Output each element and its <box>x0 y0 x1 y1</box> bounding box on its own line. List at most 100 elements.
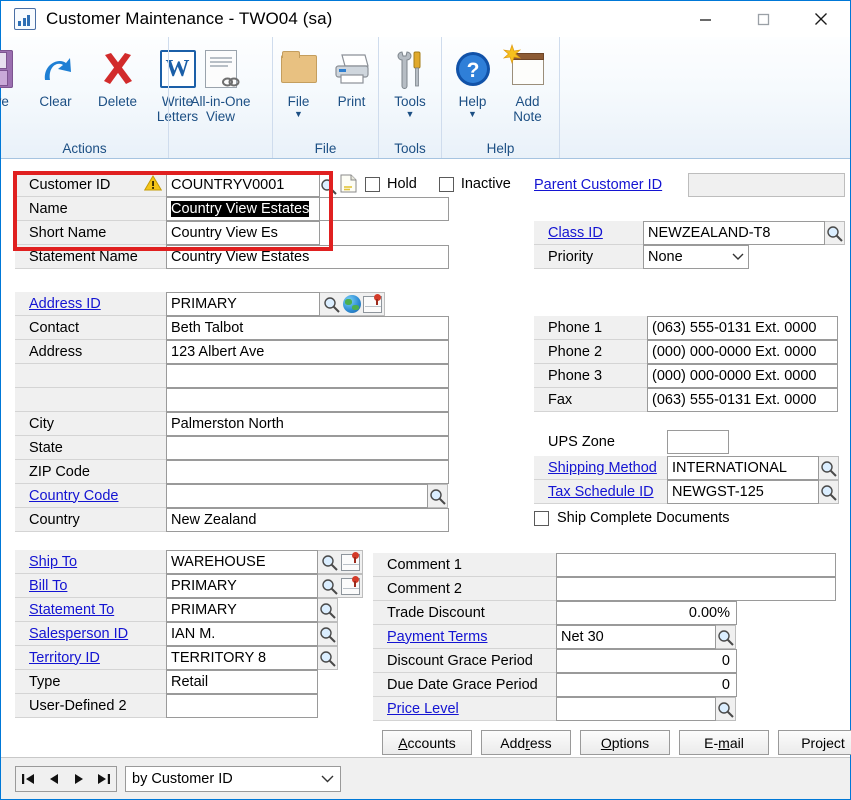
printer-icon <box>332 46 372 92</box>
priority-select[interactable]: None <box>643 245 749 269</box>
short-name-input[interactable]: Country View Es <box>166 221 320 245</box>
class-id-lookup-magnifier-icon[interactable] <box>825 221 845 245</box>
country-code-input[interactable] <box>166 484 428 508</box>
delete-button[interactable]: Delete <box>87 44 149 109</box>
phone1-input[interactable]: (063) 555-0131 Ext. 0000 <box>647 316 838 340</box>
options-button[interactable]: Options <box>580 730 670 755</box>
parent-customer-id-input[interactable] <box>688 173 845 197</box>
class-id-link[interactable]: Class ID <box>548 225 603 241</box>
project-button[interactable]: Project <box>778 730 851 755</box>
country-code-lookup-magnifier-icon[interactable] <box>428 484 448 508</box>
tax-schedule-id-input[interactable]: NEWGST-125 <box>667 480 819 504</box>
bill-to-input[interactable]: PRIMARY <box>166 574 318 598</box>
statement-to-input[interactable]: PRIMARY <box>166 598 318 622</box>
address-globe-icon[interactable] <box>343 295 361 313</box>
comment1-input[interactable] <box>556 553 836 577</box>
accounts-button[interactable]: Accounts <box>382 730 472 755</box>
territory-lookup-magnifier-icon[interactable] <box>318 646 338 670</box>
phone2-value: (000) 000-0000 Ext. 0000 <box>652 344 816 360</box>
bill-to-lookup-magnifier-icon[interactable] <box>320 576 339 596</box>
name-extension-input[interactable] <box>320 197 449 221</box>
ship-complete-documents-checkbox[interactable] <box>534 511 549 526</box>
name-input[interactable]: Country View Estates <box>166 197 320 221</box>
tax-schedule-id-link[interactable]: Tax Schedule ID <box>548 484 654 500</box>
salesperson-id-input[interactable]: IAN M. <box>166 622 318 646</box>
address-button[interactable]: Address <box>481 730 571 755</box>
address-line2-input[interactable] <box>166 364 449 388</box>
discount-grace-input[interactable]: 0 <box>556 649 737 673</box>
first-record-icon[interactable] <box>16 767 41 791</box>
address-id-lookup-magnifier-icon[interactable] <box>322 294 341 314</box>
fax-input[interactable]: (063) 555-0131 Ext. 0000 <box>647 388 838 412</box>
territory-id-input[interactable]: TERRITORY 8 <box>166 646 318 670</box>
shipping-method-lookup-magnifier-icon[interactable] <box>819 456 839 480</box>
ups-zone-input[interactable] <box>667 430 729 454</box>
print-button[interactable]: Print <box>325 44 379 109</box>
address-line1-input[interactable]: 123 Albert Ave <box>166 340 449 364</box>
help-menu-button[interactable]: ? Help ▼ <box>446 44 500 119</box>
country-input[interactable]: New Zealand <box>166 508 449 532</box>
salesperson-id-link[interactable]: Salesperson ID <box>29 626 128 642</box>
address-map-pin-icon[interactable] <box>363 296 382 313</box>
ship-to-lookup-magnifier-icon[interactable] <box>320 552 339 572</box>
salesperson-lookup-magnifier-icon[interactable] <box>318 622 338 646</box>
shipping-method-input[interactable]: INTERNATIONAL <box>667 456 819 480</box>
sort-by-select[interactable]: by Customer ID <box>125 766 341 792</box>
ship-to-map-pin-icon[interactable] <box>341 554 360 571</box>
tools-menu-button[interactable]: Tools ▼ <box>382 44 438 119</box>
zip-input[interactable] <box>166 460 449 484</box>
hold-checkbox[interactable] <box>365 177 380 192</box>
address-line3-input[interactable] <box>166 388 449 412</box>
field-row-discount-grace: Discount Grace Period 0 <box>373 649 836 673</box>
country-code-link[interactable]: Country Code <box>29 488 118 504</box>
city-input[interactable]: Palmerston North <box>166 412 449 436</box>
close-icon[interactable] <box>792 1 850 37</box>
trade-discount-input[interactable]: 0.00% <box>556 601 737 625</box>
user-defined-2-input[interactable] <box>166 694 318 718</box>
file-menu-button[interactable]: File ▼ <box>273 44 325 119</box>
statement-to-link[interactable]: Statement To <box>29 602 114 618</box>
type-input[interactable]: Retail <box>166 670 318 694</box>
territory-id-link[interactable]: Territory ID <box>29 650 100 666</box>
customer-maintenance-window: Customer Maintenance - TWO04 (sa) Save <box>0 0 851 800</box>
phone3-input[interactable]: (000) 000-0000 Ext. 0000 <box>647 364 838 388</box>
comment2-input[interactable] <box>556 577 836 601</box>
statement-name-input[interactable]: Country View Estates <box>166 245 449 269</box>
address-id-input[interactable]: PRIMARY <box>166 292 320 316</box>
address-id-link[interactable]: Address ID <box>29 296 101 312</box>
last-record-icon[interactable] <box>91 767 116 791</box>
price-level-link[interactable]: Price Level <box>387 701 459 717</box>
previous-record-icon[interactable] <box>41 767 66 791</box>
ship-to-input[interactable]: WAREHOUSE <box>166 550 318 574</box>
maximize-icon[interactable] <box>734 1 792 37</box>
due-date-grace-input[interactable]: 0 <box>556 673 737 697</box>
customer-id-lookup-magnifier-icon[interactable] <box>319 176 338 196</box>
save-button[interactable]: Save <box>0 44 25 109</box>
minimize-icon[interactable] <box>676 1 734 37</box>
contact-input[interactable]: Beth Talbot <box>166 316 449 340</box>
customer-id-note-document-icon[interactable] <box>340 174 357 198</box>
floppy-disk-icon <box>0 50 13 88</box>
price-level-input[interactable] <box>556 697 716 721</box>
price-level-lookup-magnifier-icon[interactable] <box>716 697 736 721</box>
payment-terms-link[interactable]: Payment Terms <box>387 629 487 645</box>
customer-id-input[interactable]: COUNTRYV0001 <box>166 173 320 197</box>
ship-to-link[interactable]: Ship To <box>29 554 77 570</box>
state-input[interactable] <box>166 436 449 460</box>
payment-terms-lookup-magnifier-icon[interactable] <box>716 625 736 649</box>
phone2-input[interactable]: (000) 000-0000 Ext. 0000 <box>647 340 838 364</box>
statement-to-lookup-magnifier-icon[interactable] <box>318 598 338 622</box>
add-note-button[interactable]: Add Note <box>500 44 556 124</box>
bill-to-link[interactable]: Bill To <box>29 578 67 594</box>
inactive-checkbox[interactable] <box>439 177 454 192</box>
payment-terms-input[interactable]: Net 30 <box>556 625 716 649</box>
clear-button[interactable]: Clear <box>25 44 87 109</box>
email-button[interactable]: E-mail <box>679 730 769 755</box>
tax-schedule-lookup-magnifier-icon[interactable] <box>819 480 839 504</box>
bill-to-map-pin-icon[interactable] <box>341 578 360 595</box>
parent-customer-id-link[interactable]: Parent Customer ID <box>534 177 688 193</box>
all-in-one-view-button[interactable]: All-in-One View <box>173 44 269 124</box>
next-record-icon[interactable] <box>66 767 91 791</box>
class-id-input[interactable]: NEWZEALAND-T8 <box>643 221 825 245</box>
shipping-method-link[interactable]: Shipping Method <box>548 460 657 476</box>
